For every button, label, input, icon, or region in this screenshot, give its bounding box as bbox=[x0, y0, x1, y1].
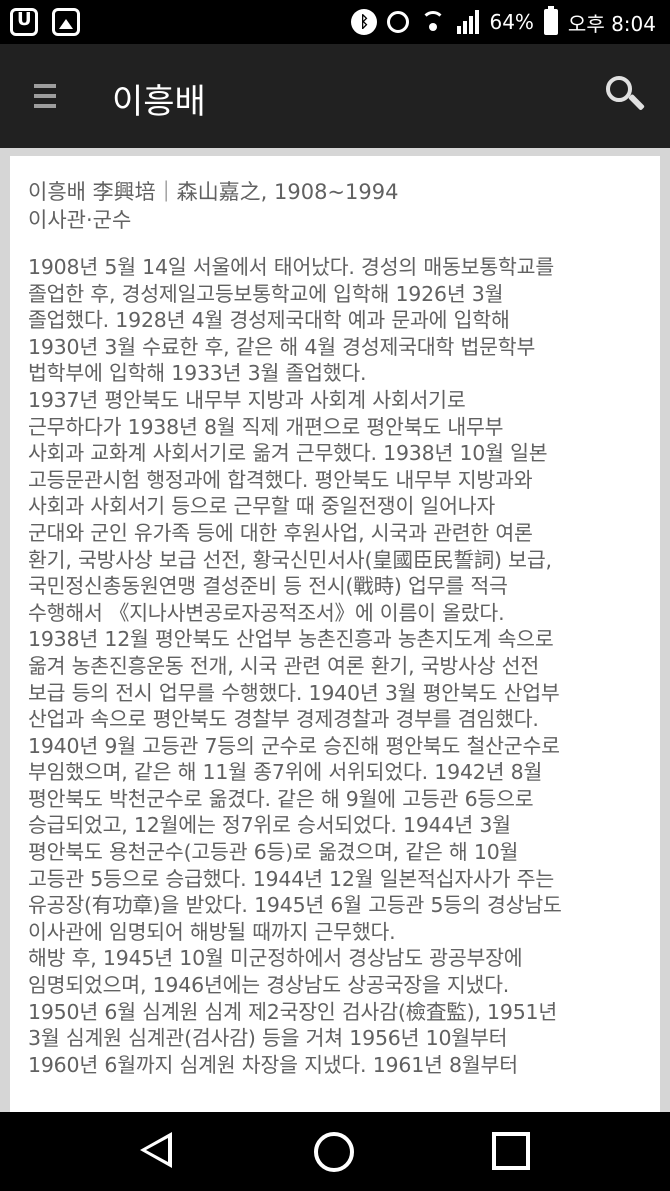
text-line: 1950년 6월 심계원 심계 제2국장인 검사감(檢査監), 1951년 bbox=[28, 999, 558, 1024]
app-bar: 이흥배 bbox=[0, 44, 670, 148]
uplus-app-icon bbox=[10, 8, 38, 36]
text-line: 3월 심계원 심계관(검사감) 등을 거쳐 1956년 10월부터 bbox=[28, 1026, 508, 1051]
text-line: 해방 후, 1945년 10월 미군정하에서 경상남도 광공부장에 bbox=[28, 946, 523, 971]
back-icon[interactable] bbox=[140, 1132, 172, 1168]
text-line: 평안북도 용천군수(고등관 6등)로 옮겼으며, 같은 해 10월 bbox=[28, 840, 519, 865]
navigation-bar bbox=[0, 1112, 670, 1191]
text-line: 사회과 교화계 사회서기로 옮겨 근무했다. 1938년 10월 일본 bbox=[28, 441, 548, 466]
text-line: 사회과 사회서기 등으로 근무할 때 중일전쟁이 일어나자 bbox=[28, 494, 496, 519]
notification-icons bbox=[10, 8, 80, 36]
article-heading: 이흥배 李興培｜森山嘉之, 1908~1994 bbox=[28, 180, 399, 204]
text-line: 승급되었고, 12월에는 정7위로 승서되었다. 1944년 3월 bbox=[28, 813, 511, 838]
text-line: 고등관 5등으로 승급했다. 1944년 12월 일본적십자사가 주는 bbox=[28, 866, 554, 891]
text-line: 고등문관시험 행정과에 합격했다. 평안북도 내무부 지방과와 bbox=[28, 467, 533, 492]
search-icon[interactable] bbox=[606, 76, 645, 114]
recent-apps-icon[interactable] bbox=[492, 1132, 530, 1170]
clock: 오후 8:04 bbox=[567, 11, 656, 36]
article-text: 1908년 5월 14일 서울에서 태어났다. 경성의 매동보통학교를 졸업한 후… bbox=[28, 254, 648, 1078]
text-line: 보급 등의 전시 업무를 수행했다. 1940년 3월 평안북도 산업부 bbox=[28, 680, 560, 705]
text-line: 환기, 국방사상 보급 선전, 황국신민서사(皇國臣民誓詞) 보급, bbox=[28, 547, 552, 572]
text-line: 이사관에 임명되어 해방될 때까지 근무했다. bbox=[28, 919, 396, 944]
text-line: 옮겨 농촌진흥운동 전개, 시국 관련 여론 환기, 국방사상 선전 bbox=[28, 653, 540, 678]
text-line: 1930년 3월 수료한 후, 같은 해 4월 경성제국대학 법문학부 bbox=[28, 334, 536, 359]
text-line: 국민정신총동원연맹 결성준비 등 전시(戰時) 업무를 적극 bbox=[28, 574, 508, 599]
text-line: 군대와 군인 유가족 등에 대한 후원사업, 시국과 관련한 여론 bbox=[28, 520, 533, 545]
alarm-icon bbox=[387, 11, 410, 33]
wifi-icon bbox=[419, 11, 447, 33]
menu-icon[interactable] bbox=[34, 84, 56, 114]
text-line: 1940년 9월 고등관 7등의 군수로 승진해 평안북도 철산군수로 bbox=[28, 733, 560, 758]
image-notification-icon bbox=[52, 8, 80, 36]
text-line: 졸업했다. 1928년 4월 경성제국대학 예과 문과에 입학해 bbox=[28, 308, 510, 333]
article-card: 이흥배 李興培｜森山嘉之, 1908~1994 이사관·군수 1908년 5월 … bbox=[10, 156, 660, 1112]
battery-percent: 64% bbox=[489, 10, 534, 34]
text-line: 유공장(有功章)을 받았다. 1945년 6월 고등관 5등의 경상남도 bbox=[28, 893, 562, 918]
content-area[interactable]: 이흥배 李興培｜森山嘉之, 1908~1994 이사관·군수 1908년 5월 … bbox=[0, 148, 670, 1112]
text-line: 1938년 12월 평안북도 산업부 농촌진흥과 농촌지도계 속으로 bbox=[28, 627, 554, 652]
battery-icon bbox=[543, 6, 558, 35]
text-line: 1937년 평안북도 내무부 지방과 사회계 사회서기로 bbox=[28, 387, 466, 412]
text-line: 평안북도 박천군수로 옮겼다. 같은 해 9월에 고등관 6등으로 bbox=[28, 786, 534, 811]
text-line: 졸업한 후, 경성제일고등보통학교에 입학해 1926년 3월 bbox=[28, 281, 504, 306]
text-line: 수행해서 《지나사변공로자공적조서》에 이름이 올랐다. bbox=[28, 600, 505, 625]
text-line: 근무하다가 1938년 8월 직제 개편으로 평안북도 내무부 bbox=[28, 414, 504, 439]
system-icons: ᛒ 64% 오후 8:04 bbox=[351, 6, 656, 38]
bluetooth-icon: ᛒ bbox=[351, 9, 378, 35]
text-line: 산업과 속으로 평안북도 경찰부 경제경찰과 경부를 겸임했다. bbox=[28, 707, 539, 732]
status-bar: ᛒ 64% 오후 8:04 bbox=[0, 0, 670, 44]
text-line: 법학부에 입학해 1933년 3월 졸업했다. bbox=[28, 361, 367, 386]
text-line: 부임했으며, 같은 해 11월 종7위에 서위되었다. 1942년 8월 bbox=[28, 760, 543, 785]
text-line: 1960년 6월까지 심계원 차장을 지냈다. 1961년 8월부터 bbox=[28, 1052, 518, 1077]
signal-icon bbox=[457, 10, 480, 34]
page-title: 이흥배 bbox=[112, 82, 206, 122]
text-line: 1908년 5월 14일 서울에서 태어났다. 경성의 매동보통학교를 bbox=[28, 255, 554, 279]
article-body: 이흥배 李興培｜森山嘉之, 1908~1994 이사관·군수 1908년 5월 … bbox=[28, 178, 648, 1078]
article-subheading: 이사관·군수 bbox=[28, 208, 132, 232]
text-line: 임명되었으며, 1946년에는 경상남도 상공국장을 지냈다. bbox=[28, 973, 510, 998]
home-icon[interactable] bbox=[314, 1132, 354, 1172]
